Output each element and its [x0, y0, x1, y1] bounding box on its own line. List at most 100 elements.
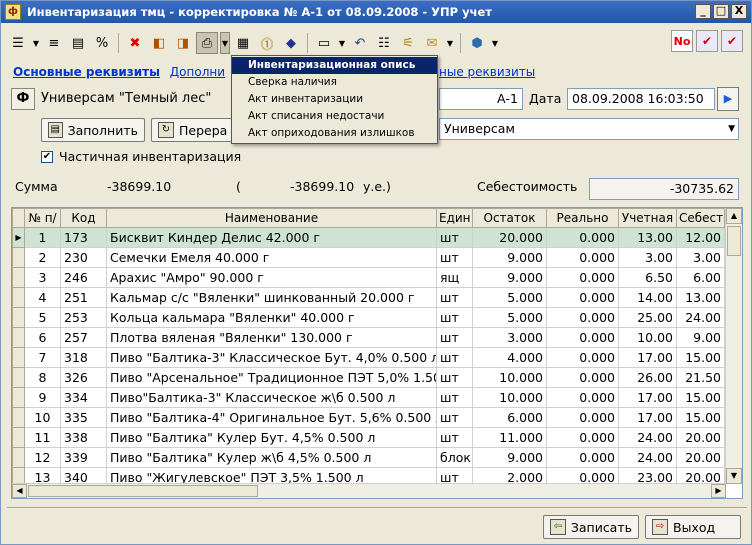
- table-cell[interactable]: 0.000: [546, 307, 619, 328]
- table-cell[interactable]: шт: [436, 387, 473, 408]
- no-icon[interactable]: No: [671, 30, 693, 52]
- table-cell[interactable]: 0.000: [546, 327, 619, 348]
- table-cell[interactable]: 20.00: [676, 447, 725, 468]
- table-cell[interactable]: 253: [60, 307, 107, 328]
- table-cell[interactable]: 326: [60, 367, 107, 388]
- table-cell[interactable]: 6: [24, 327, 61, 348]
- table-row[interactable]: 12 339 Пиво "Балтика" Кулер ж\б 4,5% 0.500…: [12, 447, 725, 468]
- table-cell[interactable]: шт: [436, 287, 473, 308]
- table-cell[interactable]: 25.00: [618, 307, 677, 328]
- table-cell[interactable]: шт: [436, 227, 473, 248]
- table-cell[interactable]: 335: [60, 407, 107, 428]
- table-cell[interactable]: 0.000: [546, 287, 619, 308]
- chevron-down-icon[interactable]: ▼: [445, 32, 455, 54]
- percent-icon[interactable]: %: [91, 32, 113, 54]
- table-cell[interactable]: 339: [60, 447, 107, 468]
- table-cell[interactable]: 9.00: [676, 327, 725, 348]
- column-header[interactable]: Остаток: [472, 208, 547, 228]
- date-next-button[interactable]: ▶: [717, 87, 739, 111]
- table-cell[interactable]: 4: [24, 287, 61, 308]
- list-icon[interactable]: ☰: [7, 32, 29, 54]
- table-cell[interactable]: 26.00: [618, 367, 677, 388]
- table-cell[interactable]: 3.00: [618, 247, 677, 268]
- table-cell[interactable]: Кольца кальмара "Вяленки" 40.000 г: [106, 307, 437, 328]
- column-header[interactable]: Реально: [546, 208, 619, 228]
- table-cell[interactable]: 17.00: [618, 387, 677, 408]
- table-cell[interactable]: 246: [60, 267, 107, 288]
- partial-inventory-checkbox[interactable]: ✔ Частичная инвентаризация: [41, 149, 241, 164]
- table-cell[interactable]: шт: [436, 407, 473, 428]
- table-cell[interactable]: ящ: [436, 267, 473, 288]
- table-cell[interactable]: 0.000: [546, 347, 619, 368]
- table-cell[interactable]: 12.00: [676, 227, 725, 248]
- table-cell[interactable]: 20.00: [676, 427, 725, 448]
- column-header[interactable]: Код: [60, 208, 107, 228]
- table-row[interactable]: 6 257 Плотва вяленая "Вяленки" 130.000 г шт…: [12, 327, 725, 348]
- column-header[interactable]: Наименование: [106, 208, 437, 228]
- table-cell[interactable]: шт: [436, 327, 473, 348]
- delete-icon[interactable]: ✖: [124, 32, 146, 54]
- table-cell[interactable]: 13.00: [618, 227, 677, 248]
- table-cell[interactable]: 6.50: [618, 267, 677, 288]
- book-icon[interactable]: ◆: [280, 32, 302, 54]
- table-row[interactable]: 7 318 Пиво "Балтика-3" Классическое Бут. 4…: [12, 347, 725, 368]
- table-row[interactable]: 10 335 Пиво "Балтика-4" Оригинальное Бут. …: [12, 407, 725, 428]
- menu-item-inventory-act[interactable]: Акт инвентаризации: [232, 91, 437, 108]
- tab-additional[interactable]: Дополни: [170, 65, 225, 79]
- phi-button[interactable]: Ф: [11, 88, 35, 110]
- table-row[interactable]: 11 338 Пиво "Балтика" Кулер Бут. 4,5% 0.50…: [12, 427, 725, 448]
- menu-item-surplus-act[interactable]: Акт оприходования излишков: [232, 125, 437, 142]
- table-cell[interactable]: шт: [436, 367, 473, 388]
- table-cell[interactable]: 0.000: [546, 447, 619, 468]
- table-cell[interactable]: 14.00: [618, 287, 677, 308]
- table-row[interactable]: 9 334 Пиво"Балтика-3" Классическое ж\б 0.5…: [12, 387, 725, 408]
- table-cell[interactable]: Арахис "Амро" 90.000 г: [106, 267, 437, 288]
- check-icon[interactable]: ✔: [696, 30, 718, 52]
- table-cell[interactable]: 5.000: [472, 307, 547, 328]
- mail-icon[interactable]: ✉: [421, 32, 443, 54]
- minimize-button[interactable]: _: [695, 4, 711, 19]
- chevron-down-icon[interactable]: ▼: [490, 32, 500, 54]
- table-row[interactable]: 8 326 Пиво "Арсенальное" Традиционное ПЭТ …: [12, 367, 725, 388]
- table-cell[interactable]: 6.000: [472, 407, 547, 428]
- table-cell[interactable]: 0.000: [546, 267, 619, 288]
- import-icon[interactable]: ◧: [148, 32, 170, 54]
- save-button[interactable]: ⇦ Записать: [543, 515, 639, 539]
- undo-icon[interactable]: ↶: [349, 32, 371, 54]
- table-row[interactable]: 5 253 Кольца кальмара "Вяленки" 40.000 г шт…: [12, 307, 725, 328]
- table-cell[interactable]: 24.00: [618, 447, 677, 468]
- recalc-button[interactable]: ↻ Перера: [151, 118, 235, 142]
- scroll-thumb[interactable]: [727, 226, 741, 256]
- table-cell[interactable]: 11: [24, 427, 61, 448]
- table-cell[interactable]: 10.000: [472, 387, 547, 408]
- chevron-down-icon[interactable]: ▼: [31, 32, 41, 54]
- table-cell[interactable]: 0.000: [546, 247, 619, 268]
- table-cell[interactable]: Плотва вяленая "Вяленки" 130.000 г: [106, 327, 437, 348]
- date-field[interactable]: 08.09.2008 16:03:50: [567, 88, 715, 110]
- scroll-up-icon[interactable]: ▲: [726, 208, 742, 224]
- table-cell[interactable]: Семечки Емеля 40.000 г: [106, 247, 437, 268]
- exit-button[interactable]: ⇨ Выход: [645, 515, 741, 539]
- table-cell[interactable]: Пиво"Балтика-3" Классическое ж\б 0.500 л: [106, 387, 437, 408]
- table-cell[interactable]: шт: [436, 247, 473, 268]
- table-cell[interactable]: 15.00: [676, 387, 725, 408]
- table-cell[interactable]: 9.000: [472, 247, 547, 268]
- scroll-left-icon[interactable]: ◀: [12, 484, 27, 498]
- table-cell[interactable]: Пиво "Балтика" Кулер Бут. 4,5% 0.500 л: [106, 427, 437, 448]
- fill-button[interactable]: ▤ Заполнить: [41, 118, 145, 142]
- column-header[interactable]: Един: [436, 208, 473, 228]
- table-cell[interactable]: 3.00: [676, 247, 725, 268]
- table-cell[interactable]: 230: [60, 247, 107, 268]
- document-number-field[interactable]: А-1: [439, 88, 523, 110]
- table-cell[interactable]: 20.000: [472, 227, 547, 248]
- vertical-scrollbar[interactable]: ▲ ▼: [725, 208, 742, 484]
- table-cell[interactable]: 0.000: [546, 387, 619, 408]
- table-cell[interactable]: 3: [24, 267, 61, 288]
- tree-icon[interactable]: ⚟: [397, 32, 419, 54]
- tab-main-requisites[interactable]: Основные реквизиты: [13, 65, 160, 79]
- edit-field-icon[interactable]: ▭: [313, 32, 335, 54]
- table-cell[interactable]: Пиво "Арсенальное" Традиционное ПЭТ 5,0%…: [106, 367, 437, 388]
- table-cell[interactable]: 6.00: [676, 267, 725, 288]
- column-header[interactable]: № п/: [24, 208, 61, 228]
- scroll-down-icon[interactable]: ▼: [726, 468, 742, 484]
